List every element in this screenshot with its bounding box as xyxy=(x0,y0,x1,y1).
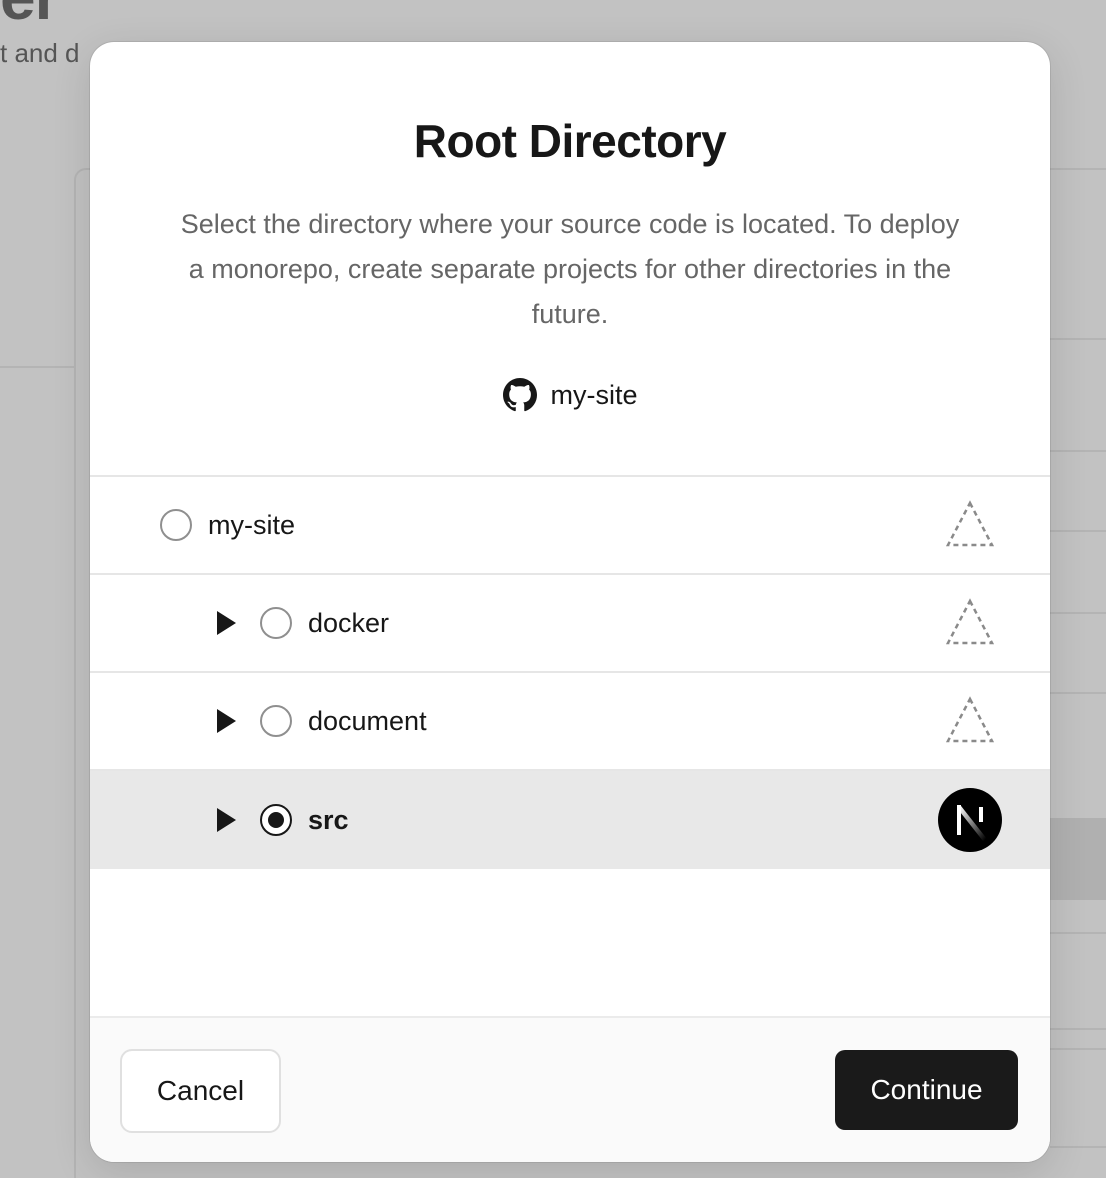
background-row-divider xyxy=(1050,1028,1106,1030)
dashed-triangle-icon xyxy=(945,696,995,743)
modal-title: Root Directory xyxy=(413,115,727,167)
modal-header: Root Directory Select the directory wher… xyxy=(90,42,1050,477)
repository-label: my-site xyxy=(90,378,1050,412)
radio-document[interactable] xyxy=(260,705,292,737)
background-row-divider xyxy=(1050,692,1106,694)
modal-description: Select the directory where your source c… xyxy=(180,209,960,329)
background-row-divider xyxy=(1050,450,1106,452)
directory-label: my-site xyxy=(208,509,295,540)
expand-caret-icon[interactable] xyxy=(217,611,236,635)
background-row-divider xyxy=(1050,1146,1106,1148)
background-selected-row xyxy=(1050,818,1106,900)
expand-caret-icon[interactable] xyxy=(217,709,236,733)
directory-label: document xyxy=(308,705,427,736)
background-row-divider xyxy=(1050,338,1106,340)
radio-src[interactable] xyxy=(260,804,292,836)
radio-docker[interactable] xyxy=(260,607,292,639)
continue-button[interactable]: Continue xyxy=(835,1050,1018,1130)
directory-row-docker[interactable]: docker xyxy=(90,575,1050,673)
directory-label: src xyxy=(308,804,349,835)
background-row-divider xyxy=(1050,612,1106,614)
directory-label: docker xyxy=(308,607,390,638)
directory-row-src[interactable]: src xyxy=(90,771,1050,869)
dashed-triangle-icon xyxy=(945,500,995,547)
repository-name: my-site xyxy=(550,379,638,410)
dashed-triangle-icon xyxy=(945,598,995,645)
expand-caret-icon[interactable] xyxy=(217,808,236,832)
cancel-button[interactable]: Cancel xyxy=(120,1049,281,1133)
directory-list: my-site docker document src xyxy=(90,477,1050,1017)
github-icon xyxy=(502,378,537,412)
directory-row-my-site[interactable]: my-site xyxy=(90,477,1050,575)
radio-my-site[interactable] xyxy=(160,509,192,541)
root-directory-modal: Root Directory Select the directory wher… xyxy=(90,42,1050,1162)
background-heading: er xyxy=(0,0,59,34)
nextjs-icon xyxy=(938,788,1002,852)
directory-row-document[interactable]: document xyxy=(90,673,1050,771)
background-row-divider xyxy=(1050,1048,1106,1050)
background-subtitle: t and d xyxy=(0,38,80,68)
background-row-divider xyxy=(1050,530,1106,532)
background-row-divider xyxy=(1050,932,1106,934)
background-divider xyxy=(0,366,74,368)
modal-footer: Cancel Continue xyxy=(90,1016,1050,1162)
